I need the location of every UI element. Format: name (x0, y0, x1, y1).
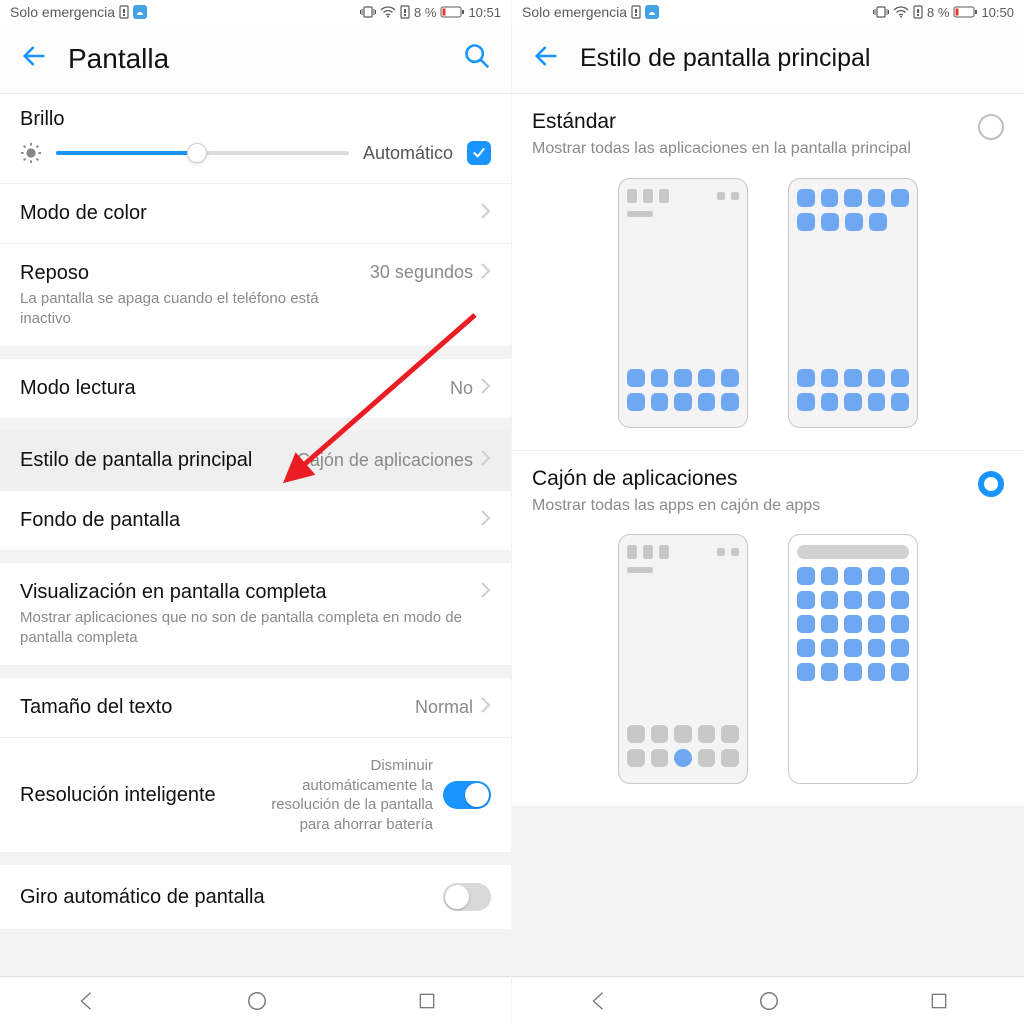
chevron-right-icon (479, 696, 491, 719)
smart-resolution-label: Resolución inteligente (20, 784, 253, 807)
header-bar: Pantalla (0, 24, 511, 94)
carrier-text: Solo emergencia (10, 4, 115, 20)
option-standard-radio[interactable] (978, 114, 1004, 140)
battery-icon (953, 6, 977, 18)
auto-rotate-row: Giro automático de pantalla (0, 865, 511, 929)
battery-pct-text: 8 % (927, 5, 949, 20)
battery-pct-text: 8 % (414, 5, 436, 20)
option-standard[interactable]: Estándar Mostrar todas las aplicaciones … (512, 94, 1024, 451)
auto-rotate-toggle[interactable] (443, 883, 491, 911)
home-style-label: Estilo de pantalla principal (20, 449, 297, 472)
data-alert-icon (400, 5, 410, 19)
fullscreen-row[interactable]: Visualización en pantalla completa Mostr… (0, 563, 511, 666)
brightness-slider[interactable] (56, 151, 349, 155)
sleep-row[interactable]: Reposo La pantalla se apaga cuando el te… (0, 244, 511, 347)
auto-brightness-label: Automático (363, 143, 453, 164)
vibrate-icon (873, 6, 889, 18)
brightness-section: Brillo Automático (0, 94, 511, 184)
option-drawer[interactable]: Cajón de aplicaciones Mostrar todas las … (512, 451, 1024, 808)
drawer-preview (532, 534, 1004, 784)
nav-home-button[interactable] (758, 990, 780, 1012)
option-drawer-title: Cajón de aplicaciones (532, 467, 964, 491)
page-title: Pantalla (68, 43, 443, 75)
nav-bar (512, 976, 1024, 1024)
wallpaper-label: Fondo de pantalla (20, 509, 479, 532)
left-phone: Solo emergencia 8 % 10:51 Pantalla (0, 0, 512, 1024)
text-size-value: Normal (415, 697, 473, 718)
reading-mode-row[interactable]: Modo lectura No (0, 359, 511, 419)
auto-rotate-label: Giro automático de pantalla (20, 886, 443, 909)
chevron-right-icon (479, 509, 491, 532)
fullscreen-label: Visualización en pantalla completa (20, 581, 479, 604)
fullscreen-desc: Mostrar aplicaciones que no son de panta… (20, 608, 479, 647)
back-button[interactable] (20, 42, 48, 75)
sleep-value: 30 segundos (370, 262, 473, 283)
nav-back-button[interactable] (587, 990, 609, 1012)
chevron-right-icon (479, 377, 491, 400)
option-standard-desc: Mostrar todas las aplicaciones en la pan… (532, 138, 964, 160)
home-style-value: Cajón de aplicaciones (297, 450, 473, 471)
nav-bar (0, 976, 511, 1024)
back-button[interactable] (532, 42, 560, 75)
standard-preview (532, 178, 1004, 428)
reading-mode-value: No (450, 378, 473, 399)
status-bar: Solo emergencia 8 % 10:50 (512, 0, 1024, 24)
option-drawer-radio[interactable] (978, 471, 1004, 497)
nav-home-button[interactable] (246, 990, 268, 1012)
chevron-right-icon (479, 449, 491, 472)
status-bar: Solo emergencia 8 % 10:51 (0, 0, 511, 24)
color-mode-row[interactable]: Modo de color (0, 184, 511, 244)
chevron-right-icon (479, 262, 491, 285)
wifi-icon (893, 6, 909, 18)
nav-back-button[interactable] (75, 990, 97, 1012)
data-alert-icon (913, 5, 923, 19)
smart-resolution-toggle[interactable] (443, 781, 491, 809)
battery-icon (440, 6, 464, 18)
carrier-text: Solo emergencia (522, 4, 627, 20)
brightness-title: Brillo (20, 108, 491, 131)
app-notif-icon (133, 5, 147, 19)
text-size-label: Tamaño del texto (20, 696, 415, 719)
brightness-icon (20, 142, 42, 164)
auto-brightness-checkbox[interactable] (467, 141, 491, 165)
sleep-label: Reposo (20, 262, 370, 285)
sim-alert-icon (631, 5, 641, 19)
wallpaper-row[interactable]: Fondo de pantalla (0, 491, 511, 551)
option-drawer-desc: Mostrar todas las apps en cajón de apps (532, 495, 964, 517)
header-bar: Estilo de pantalla principal (512, 24, 1024, 94)
home-style-row[interactable]: Estilo de pantalla principal Cajón de ap… (0, 431, 511, 491)
vibrate-icon (360, 6, 376, 18)
smart-resolution-row: Resolución inteligente Disminuir automát… (0, 738, 511, 853)
reading-mode-label: Modo lectura (20, 377, 450, 400)
right-phone: Solo emergencia 8 % 10:50 Estilo de pant… (512, 0, 1024, 1024)
app-notif-icon (645, 5, 659, 19)
text-size-row[interactable]: Tamaño del texto Normal (0, 678, 511, 738)
chevron-right-icon (479, 581, 491, 604)
clock-text: 10:51 (468, 5, 501, 20)
chevron-right-icon (479, 202, 491, 225)
nav-recent-button[interactable] (929, 991, 949, 1011)
nav-recent-button[interactable] (417, 991, 437, 1011)
search-button[interactable] (463, 42, 491, 75)
sim-alert-icon (119, 5, 129, 19)
clock-text: 10:50 (981, 5, 1014, 20)
page-title: Estilo de pantalla principal (580, 44, 1004, 73)
sleep-desc: La pantalla se apaga cuando el teléfono … (20, 289, 370, 328)
option-standard-title: Estándar (532, 110, 964, 134)
smart-resolution-desc: Disminuir automáticamente la resolución … (253, 756, 433, 834)
color-mode-label: Modo de color (20, 202, 479, 225)
wifi-icon (380, 6, 396, 18)
